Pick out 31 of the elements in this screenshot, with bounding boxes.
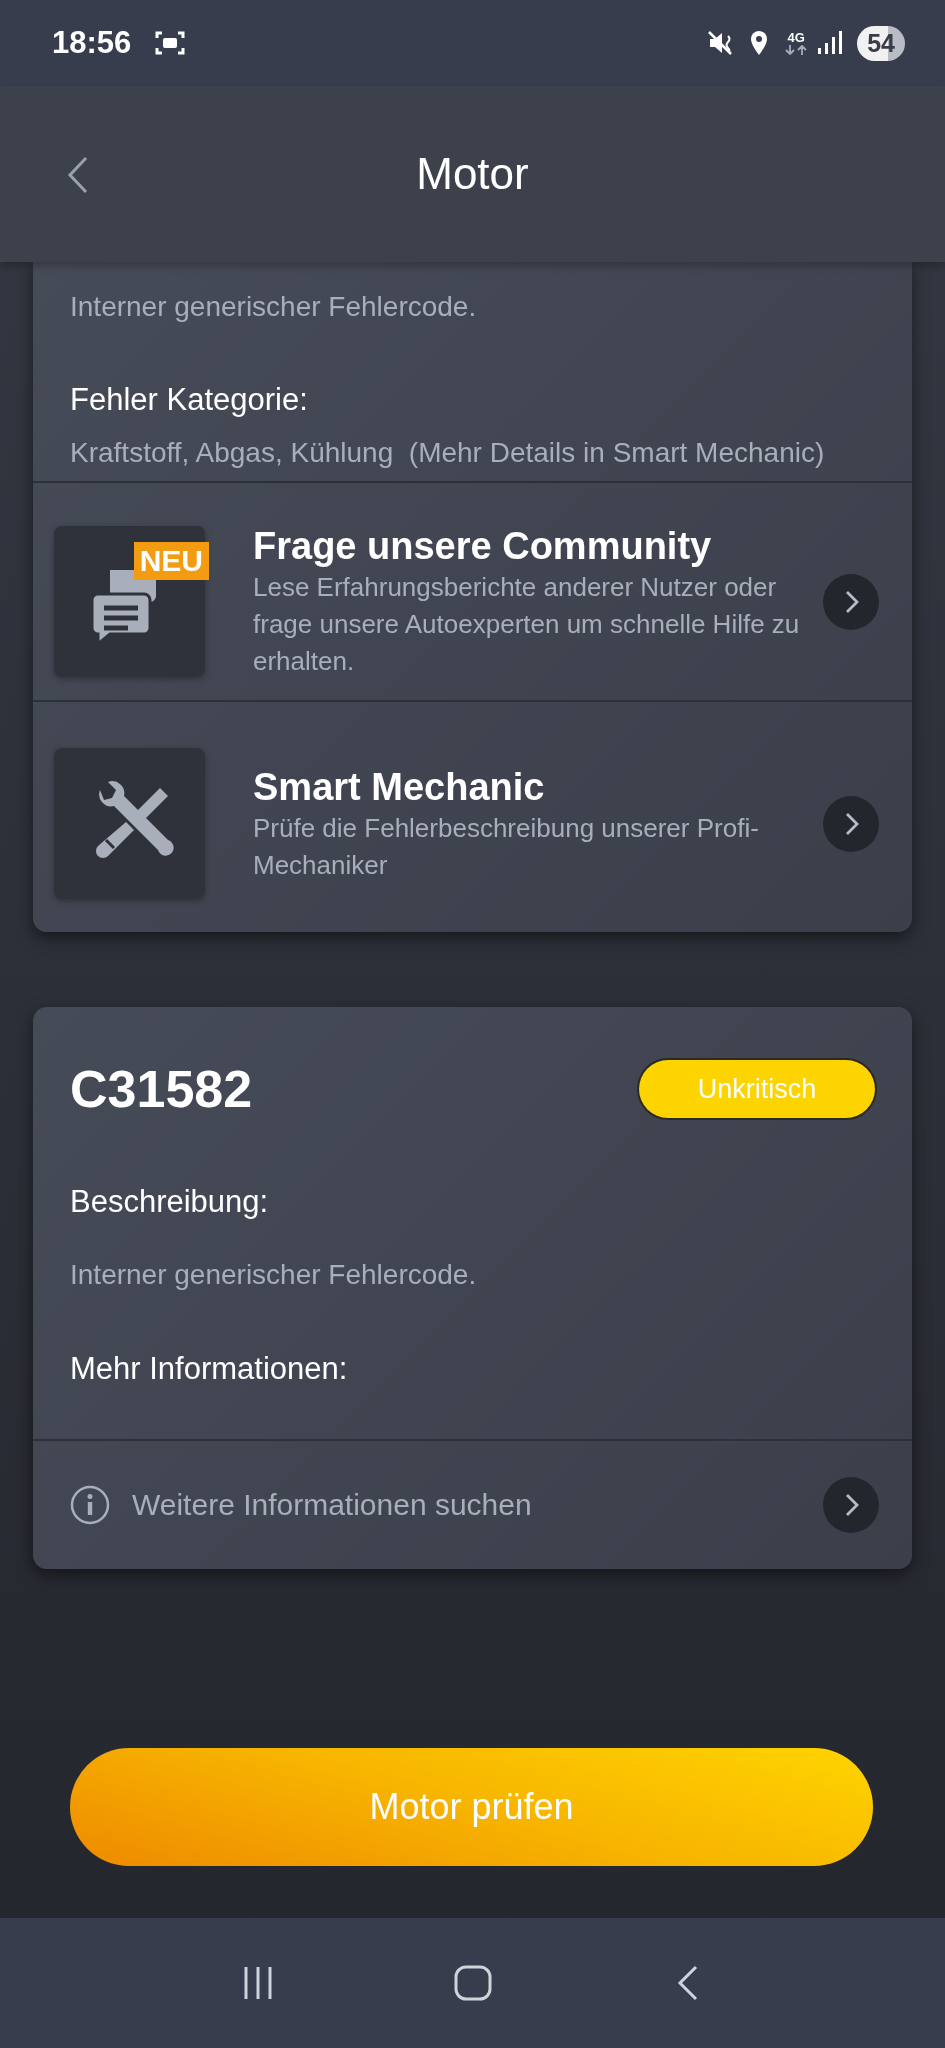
home-icon[interactable]: [452, 1963, 493, 2003]
description-text: Interner generischer Fehlercode.: [70, 290, 478, 324]
row-title: Smart Mechanic: [253, 764, 546, 810]
screen-title: Motor: [416, 149, 529, 199]
category-label: Fehler Kategorie:: [70, 381, 309, 419]
community-row[interactable]: NEU Frage unsere Community Lese Erfahrungsberichte anderer Nutzer oder frage unsere Autoexperten um schnelle Hilfe zu erhalten.: [33, 481, 912, 700]
fault-code: C31582: [70, 1059, 253, 1119]
screenshot-icon: [155, 30, 186, 56]
clock-time: 18:56: [52, 25, 132, 61]
signal-icon: [817, 30, 844, 56]
category-text: Kraftstoff, Abgas, Kühlung (Mehr Details in Smart Mechanic): [70, 436, 826, 470]
description-label: Beschreibung:: [70, 1183, 270, 1221]
chevron-right-icon[interactable]: [823, 795, 879, 852]
search-info-row[interactable]: Weitere Informationen suchen: [33, 1439, 912, 1569]
more-info-label: Mehr Informationen:: [70, 1350, 349, 1388]
mechanic-row[interactable]: Smart Mechanic Prüfe die Fehlerbeschreibung unserer Profi-Mechaniker: [33, 700, 912, 932]
severity-badge: Unkritisch: [639, 1060, 875, 1118]
row-description: Prüfe die Fehlerbeschreibung unserer Profi-Mechaniker: [253, 811, 760, 882]
data-arrows-icon: [785, 45, 808, 55]
back-icon[interactable]: [66, 155, 90, 195]
row-description: Lese Erfahrungsberichte anderer Nutzer oder frage unsere Autoexperten um schnelle Hilfe zu erhalten.: [253, 571, 801, 678]
network-type: 4G: [787, 31, 805, 45]
location-pin-icon: [749, 30, 770, 56]
description-text: Interner generischer Fehlercode.: [70, 1258, 478, 1292]
row-title: Frage unsere Community: [253, 524, 713, 569]
battery-indicator: 54: [857, 25, 905, 61]
chevron-right-icon[interactable]: [823, 573, 879, 630]
new-badge: NEU: [133, 542, 209, 580]
chevron-right-icon[interactable]: [823, 1477, 879, 1533]
search-info-link: Weitere Informationen suchen: [132, 1488, 533, 1522]
info-icon: [70, 1485, 110, 1525]
